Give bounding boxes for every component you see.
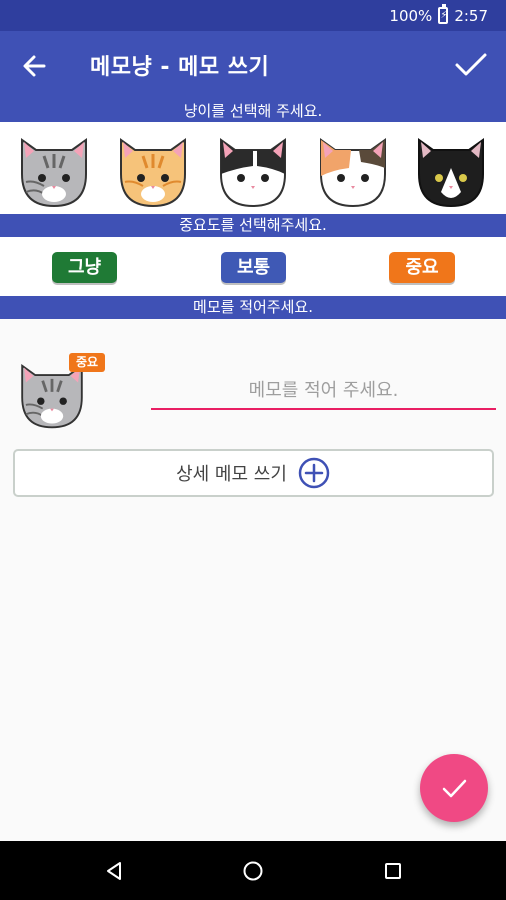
nav-home-icon[interactable]: [241, 859, 265, 883]
memo-section-label: 메모를 적어주세요.: [0, 296, 506, 319]
cat-gray-tabby-icon[interactable]: [14, 122, 94, 210]
app-bar: 메모냥 - 메모 쓰기: [0, 31, 506, 101]
cat-tuxedo-icon[interactable]: [411, 122, 491, 210]
page-title: 메모냥 - 메모 쓰기: [90, 55, 270, 80]
status-bar: 100% ⚡ 2:57: [0, 0, 506, 31]
importance-normal-button[interactable]: 그냥: [52, 252, 117, 283]
save-fab[interactable]: [420, 754, 488, 822]
check-icon: [442, 779, 467, 798]
arrow-back-icon[interactable]: [18, 51, 52, 81]
importance-section-label: 중요도를 선택해주세요.: [0, 214, 506, 237]
detail-memo-button[interactable]: 상세 메모 쓰기: [13, 449, 494, 497]
cat-calico-icon[interactable]: [313, 122, 393, 210]
battery-icon: ⚡: [438, 4, 449, 24]
system-nav-bar: [0, 841, 506, 900]
status-right: 100% ⚡ 2:57: [389, 0, 488, 31]
importance-high-button[interactable]: 중요: [389, 252, 455, 283]
nav-recents-icon[interactable]: [381, 859, 405, 883]
cat-picker: [0, 122, 506, 214]
importance-medium-button[interactable]: 보통: [221, 252, 286, 283]
battery-text: 100%: [389, 6, 433, 25]
clock: 2:57: [454, 6, 488, 25]
detail-memo-label: 상세 메모 쓰기: [176, 464, 287, 485]
importance-badge: 중요: [69, 353, 105, 372]
add-circle-icon: [298, 457, 330, 489]
cat-black-white-icon[interactable]: [213, 122, 293, 210]
memo-input[interactable]: [151, 372, 496, 410]
cat-orange-tabby-icon[interactable]: [113, 122, 193, 210]
importance-picker: 그냥 보통 중요: [0, 237, 506, 296]
check-icon[interactable]: [454, 50, 488, 80]
nav-back-icon[interactable]: [102, 859, 126, 883]
cat-section-label: 냥이를 선택해 주세요.: [0, 101, 506, 122]
